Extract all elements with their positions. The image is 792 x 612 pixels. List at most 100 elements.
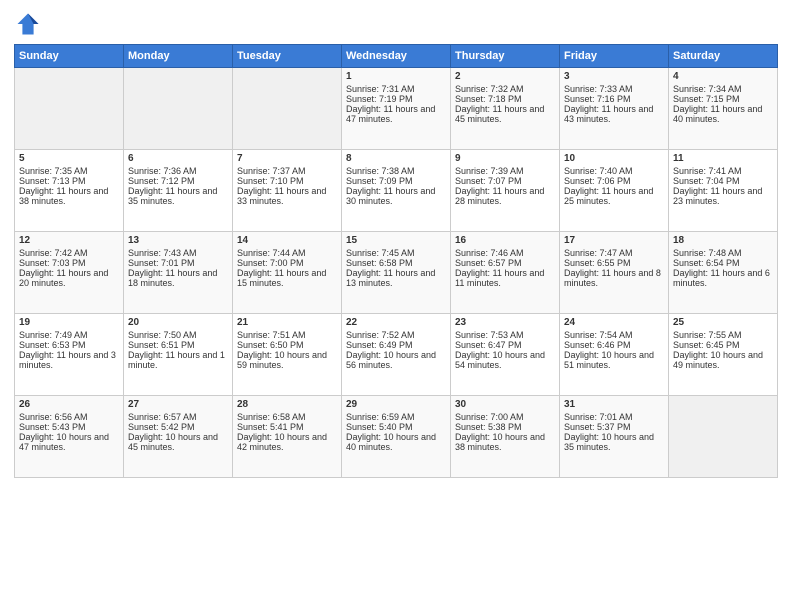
day-number: 20 <box>128 317 228 328</box>
calendar-cell: 27 Sunrise: 6:57 AMSunset: 5:42 PMDayligh… <box>124 396 233 478</box>
cell-info: Sunrise: 7:33 AM <box>564 84 664 94</box>
cell-info: Daylight: 10 hours and 49 minutes. <box>673 350 773 370</box>
week-row-4: 26 Sunrise: 6:56 AMSunset: 5:43 PM Dayligh… <box>15 396 778 478</box>
cell-info: Daylight: 10 hours and 35 minutes. <box>564 432 664 452</box>
cell-info: Sunset: 7:16 PM <box>564 94 664 104</box>
calendar-cell: 9Sunrise: 7:39 AMSunset: 7:07 PMDaylight… <box>451 150 560 232</box>
day-number: 1 <box>346 71 446 82</box>
calendar-cell <box>233 68 342 150</box>
cell-info: Sunset: 6:47 PM <box>455 340 555 350</box>
cell-info: Sunset: 7:13 PM <box>19 176 119 186</box>
cell-info: Daylight: 11 hours and 3 minutes. <box>19 350 119 370</box>
calendar-cell <box>15 68 124 150</box>
calendar-cell: 6Sunrise: 7:36 AMSunset: 7:12 PMDaylight… <box>124 150 233 232</box>
cell-info: Daylight: 10 hours and 54 minutes. <box>455 350 555 370</box>
cell-info: Daylight: 11 hours and 20 minutes. <box>19 268 119 288</box>
calendar-cell: 2Sunrise: 7:32 AMSunset: 7:18 PMDaylight… <box>451 68 560 150</box>
calendar-cell: 16Sunrise: 7:46 AMSunset: 6:57 PMDayligh… <box>451 232 560 314</box>
calendar-cell: 7Sunrise: 7:37 AMSunset: 7:10 PMDaylight… <box>233 150 342 232</box>
cell-info: Sunset: 5:43 PM <box>19 422 119 432</box>
cell-info: Sunrise: 7:43 AM <box>128 248 228 258</box>
calendar-cell: 19 Sunrise: 7:49 AMSunset: 6:53 PMDayligh… <box>15 314 124 396</box>
cell-info: Sunset: 6:51 PM <box>128 340 228 350</box>
day-number: 19 <box>19 317 119 328</box>
days-header-row: SundayMondayTuesdayWednesdayThursdayFrid… <box>15 45 778 68</box>
cell-info: Daylight: 11 hours and 38 minutes. <box>19 186 119 206</box>
day-header-saturday: Saturday <box>669 45 778 68</box>
cell-info: Sunrise: 7:52 AM <box>346 330 446 340</box>
cell-info: Daylight: 11 hours and 15 minutes. <box>237 268 337 288</box>
calendar-cell: 28Sunrise: 6:58 AMSunset: 5:41 PMDayligh… <box>233 396 342 478</box>
week-row-2: 12Sunrise: 7:42 AMSunset: 7:03 PMDayligh… <box>15 232 778 314</box>
cell-info: Sunrise: 7:42 AM <box>19 248 119 258</box>
day-header-wednesday: Wednesday <box>342 45 451 68</box>
calendar-cell: 17Sunrise: 7:47 AMSunset: 6:55 PMDayligh… <box>560 232 669 314</box>
cell-info: Sunrise: 7:34 AM <box>673 84 773 94</box>
cell-info: Sunrise: 7:45 AM <box>346 248 446 258</box>
cell-info: Sunrise: 7:53 AM <box>455 330 555 340</box>
cell-info: Sunrise: 7:50 AM <box>128 330 228 340</box>
cell-info: Sunrise: 7:54 AM <box>564 330 664 340</box>
cell-info: Sunset: 6:53 PM <box>19 340 119 350</box>
calendar-cell: 30Sunrise: 7:00 AMSunset: 5:38 PMDayligh… <box>451 396 560 478</box>
day-number: 13 <box>128 235 228 246</box>
cell-info: Sunset: 7:03 PM <box>19 258 119 268</box>
cell-info: Daylight: 10 hours and 40 minutes. <box>346 432 446 452</box>
calendar-cell: 25Sunrise: 7:55 AMSunset: 6:45 PMDayligh… <box>669 314 778 396</box>
day-number: 29 <box>346 399 446 410</box>
day-header-friday: Friday <box>560 45 669 68</box>
cell-info: Daylight: 11 hours and 47 minutes. <box>346 104 446 124</box>
calendar-cell: 29Sunrise: 6:59 AMSunset: 5:40 PMDayligh… <box>342 396 451 478</box>
cell-info: Sunset: 5:40 PM <box>346 422 446 432</box>
cell-info: Sunset: 6:46 PM <box>564 340 664 350</box>
cell-info: Daylight: 10 hours and 56 minutes. <box>346 350 446 370</box>
calendar-cell: 13Sunrise: 7:43 AMSunset: 7:01 PMDayligh… <box>124 232 233 314</box>
cell-info: Sunrise: 6:56 AM <box>19 412 119 422</box>
cell-info: Daylight: 11 hours and 35 minutes. <box>128 186 228 206</box>
cell-info: Daylight: 10 hours and 51 minutes. <box>564 350 664 370</box>
cell-info: Sunset: 5:42 PM <box>128 422 228 432</box>
day-number: 23 <box>455 317 555 328</box>
cell-info: Sunrise: 7:49 AM <box>19 330 119 340</box>
cell-info: Sunset: 7:10 PM <box>237 176 337 186</box>
cell-info: Sunset: 6:55 PM <box>564 258 664 268</box>
cell-info: Sunset: 7:07 PM <box>455 176 555 186</box>
calendar-cell: 26Sunrise: 6:56 AMSunset: 5:43 PMDayligh… <box>15 396 124 478</box>
calendar-cell: 24Sunrise: 7:54 AMSunset: 6:46 PMDayligh… <box>560 314 669 396</box>
cell-info: Sunset: 7:19 PM <box>346 94 446 104</box>
cell-info: Sunset: 7:15 PM <box>673 94 773 104</box>
cell-info: Sunrise: 7:39 AM <box>455 166 555 176</box>
day-number: 3 <box>564 71 664 82</box>
cell-info: Daylight: 11 hours and 1 minute. <box>128 350 228 370</box>
cell-info: Daylight: 11 hours and 30 minutes. <box>346 186 446 206</box>
calendar-cell <box>124 68 233 150</box>
day-number: 26 <box>19 399 119 410</box>
calendar-cell: 1Sunrise: 7:31 AMSunset: 7:19 PMDaylight… <box>342 68 451 150</box>
cell-info: Daylight: 11 hours and 33 minutes. <box>237 186 337 206</box>
header <box>14 10 778 38</box>
cell-info: Sunrise: 7:35 AM <box>19 166 119 176</box>
day-header-tuesday: Tuesday <box>233 45 342 68</box>
calendar-cell: 11Sunrise: 7:41 AMSunset: 7:04 PMDayligh… <box>669 150 778 232</box>
day-number: 14 <box>237 235 337 246</box>
cell-info: Sunrise: 7:46 AM <box>455 248 555 258</box>
cell-info: Daylight: 10 hours and 45 minutes. <box>128 432 228 452</box>
cell-info: Sunset: 6:50 PM <box>237 340 337 350</box>
calendar-cell: 5Sunrise: 7:35 AMSunset: 7:13 PMDaylight… <box>15 150 124 232</box>
cell-info: Daylight: 11 hours and 25 minutes. <box>564 186 664 206</box>
day-number: 10 <box>564 153 664 164</box>
day-number: 27 <box>128 399 228 410</box>
cell-info: Sunrise: 7:37 AM <box>237 166 337 176</box>
calendar-cell <box>669 396 778 478</box>
cell-info: Sunrise: 6:57 AM <box>128 412 228 422</box>
day-number: 21 <box>237 317 337 328</box>
cell-info: Sunset: 5:41 PM <box>237 422 337 432</box>
cell-info: Sunset: 6:45 PM <box>673 340 773 350</box>
cell-info: Daylight: 11 hours and 43 minutes. <box>564 104 664 124</box>
calendar-cell: 14Sunrise: 7:44 AMSunset: 7:00 PMDayligh… <box>233 232 342 314</box>
cell-info: Sunrise: 7:40 AM <box>564 166 664 176</box>
cell-info: Sunrise: 7:32 AM <box>455 84 555 94</box>
day-number: 31 <box>564 399 664 410</box>
cell-info: Daylight: 11 hours and 23 minutes. <box>673 186 773 206</box>
cell-info: Sunset: 7:06 PM <box>564 176 664 186</box>
